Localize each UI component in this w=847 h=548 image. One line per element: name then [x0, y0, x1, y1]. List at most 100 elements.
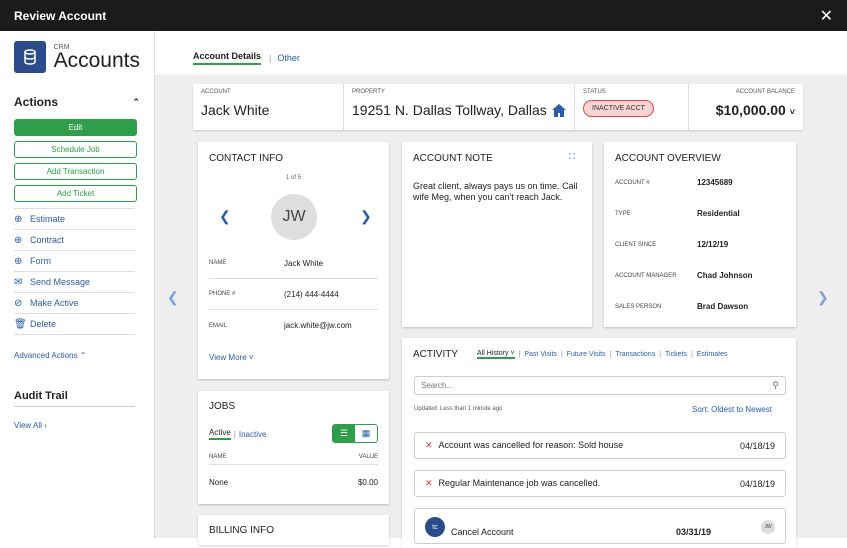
- audit-trail-title: Audit Trail: [14, 390, 135, 407]
- add-ticket-button[interactable]: Add Ticket: [14, 185, 137, 202]
- app-title: Accounts: [53, 48, 140, 72]
- tabs: Account Details | Other: [193, 51, 300, 65]
- list-view-icon[interactable]: ☰: [333, 425, 355, 442]
- list-item[interactable]: ✕ Regular Maintenance job was cancelled. …: [414, 470, 786, 497]
- action-label: Estimate: [30, 214, 66, 224]
- trash-icon: 🗑: [14, 318, 27, 330]
- action-label: Contract: [30, 235, 65, 245]
- action-contract[interactable]: ⊕ Contract: [14, 230, 135, 251]
- account-note-card: ACCOUNT NOTE ⛶ Great client, always pays…: [402, 142, 592, 327]
- activity-text: Account was cancelled for reason: Sold h…: [438, 440, 624, 450]
- sort-link[interactable]: Sort: Oldest to Newest: [692, 405, 772, 414]
- contact-email[interactable]: jack.white@jw.com: [284, 321, 352, 330]
- filter-estimates[interactable]: Estimates: [697, 351, 728, 358]
- action-make-active[interactable]: ⊘ Make Active: [14, 293, 135, 314]
- message-icon: ✉: [14, 276, 23, 288]
- billing-info-card: BILLING INFO: [198, 515, 389, 545]
- chevron-down-icon[interactable]: ˅: [790, 107, 795, 117]
- jobs-card: JOBS Active | Inactive ☰ ▦ NAME VALUE No…: [198, 391, 389, 504]
- next-account-icon[interactable]: ❯: [817, 289, 829, 306]
- calendar-icon[interactable]: ▦: [355, 425, 377, 442]
- filter-future-visits[interactable]: Future Visits: [567, 351, 606, 358]
- account-note-text: Great client, always pays us on time. Ca…: [413, 181, 578, 202]
- overview-row: TYPE Residential: [615, 198, 785, 229]
- tab-separator: |: [269, 53, 272, 63]
- tab-account-details[interactable]: Account Details: [193, 51, 262, 65]
- expand-icon[interactable]: ⛶: [569, 152, 575, 162]
- action-delete[interactable]: 🗑 Delete: [14, 314, 135, 335]
- chevron-left-icon[interactable]: ❮: [219, 208, 231, 225]
- main-content: Account Details | Other ACCOUNT Jack Whi…: [155, 31, 847, 548]
- account-label: ACCOUNT: [201, 89, 231, 95]
- job-value: $0.00: [357, 478, 378, 487]
- prev-account-icon[interactable]: ❮: [167, 289, 179, 306]
- jobs-tab-inactive[interactable]: Inactive: [239, 430, 267, 439]
- jobs-tab-active[interactable]: Active: [209, 428, 231, 440]
- overview-label: ACCOUNT #: [615, 179, 650, 186]
- sidebar: CRM Accounts Actions ⌃ Edit Schedule Job…: [0, 31, 155, 538]
- database-icon: [14, 41, 46, 73]
- filter-transactions[interactable]: Transactions: [615, 351, 655, 358]
- email-label: EMAIL: [209, 322, 228, 329]
- home-icon[interactable]: [551, 103, 566, 117]
- contact-email-row: EMAIL jack.white@jw.com: [209, 310, 378, 341]
- action-send-message[interactable]: ✉ Send Message: [14, 272, 135, 293]
- chevron-right-icon[interactable]: ❯: [360, 208, 372, 225]
- activity-text: Cancel Account: [451, 527, 514, 537]
- filter-all-history[interactable]: All History ˅: [477, 350, 515, 359]
- close-icon[interactable]: ✕: [820, 6, 833, 26]
- advanced-actions-link[interactable]: Advanced Actions ⌃: [14, 351, 140, 360]
- property-address: 19251 N. Dallas Tollway, Dallas: [352, 102, 547, 118]
- action-estimate[interactable]: ⊕ Estimate: [14, 209, 135, 230]
- tab-other[interactable]: Other: [277, 53, 300, 63]
- contact-phone[interactable]: (214) 444-4444: [284, 290, 339, 299]
- summary-account: ACCOUNT Jack White: [193, 84, 344, 130]
- balance-value: $10,000.00: [715, 102, 786, 118]
- add-transaction-button[interactable]: Add Transaction: [14, 163, 137, 180]
- filter-past-visits[interactable]: Past Visits: [524, 351, 557, 358]
- schedule-job-button[interactable]: Schedule Job: [14, 141, 137, 158]
- list-item[interactable]: tc Cancel Account 03/31/19 JW: [414, 508, 786, 544]
- view-more-link[interactable]: View More ˅: [209, 353, 254, 362]
- action-label: Make Active: [30, 298, 79, 308]
- list-item[interactable]: ✕ Account was cancelled for reason: Sold …: [414, 432, 786, 459]
- app-logo: CRM Accounts: [14, 41, 140, 73]
- chevron-up-icon[interactable]: ⌃: [132, 97, 140, 108]
- overview-label: SALES PERSON: [615, 303, 662, 310]
- account-name: Jack White: [201, 102, 270, 118]
- jobs-tab-separator: |: [233, 429, 236, 439]
- overview-value: Residential: [697, 209, 740, 218]
- avatar: JW: [761, 520, 775, 534]
- action-label: Delete: [30, 319, 57, 329]
- overview-value: Brad Dawson: [697, 302, 749, 311]
- property-label: PROPERTY: [352, 89, 385, 95]
- x-icon: ✕: [425, 478, 433, 488]
- title-bar: Review Account ✕: [0, 0, 847, 31]
- plus-circle-icon: ⊕: [14, 234, 23, 246]
- overview-label: ACCOUNT MANAGER: [615, 272, 677, 279]
- activity-date: 04/18/19: [739, 440, 775, 451]
- contact-name: Jack White: [284, 258, 324, 268]
- contact-pager: 1 of 5: [285, 175, 301, 181]
- overview-value: Chad Johnson: [697, 271, 753, 280]
- activity-filters: All History ˅ | Past Visits | Future Visit…: [477, 350, 728, 359]
- search-icon[interactable]: ⚲: [772, 380, 779, 391]
- actions-title: Actions: [14, 95, 59, 109]
- activity-text: Regular Maintenance job was cancelled.: [438, 478, 601, 488]
- action-form[interactable]: ⊕ Form: [14, 251, 135, 272]
- avatar: JW: [271, 194, 317, 240]
- search-input[interactable]: [421, 381, 741, 390]
- job-name: None: [209, 478, 229, 487]
- contact-info-card: CONTACT INFO 1 of 5 ❮ JW ❯ NAME Jack Whit…: [198, 142, 389, 379]
- overview-label: TYPE: [615, 210, 631, 217]
- activity-date: 04/18/19: [739, 478, 775, 489]
- edit-button[interactable]: Edit: [14, 119, 137, 136]
- view-all-link[interactable]: View All ›: [14, 421, 140, 430]
- overview-row: SALES PERSON Brad Dawson: [615, 291, 785, 322]
- filter-tickets[interactable]: Tickets: [665, 351, 687, 358]
- overview-row: ACCOUNT # 12345689: [615, 167, 785, 198]
- phone-label: PHONE #: [209, 291, 236, 297]
- actions-header[interactable]: Actions ⌃: [14, 95, 140, 109]
- overview-row: CLIENT SINCE 12/12/19: [615, 229, 785, 260]
- search-box[interactable]: ⚲: [414, 376, 786, 395]
